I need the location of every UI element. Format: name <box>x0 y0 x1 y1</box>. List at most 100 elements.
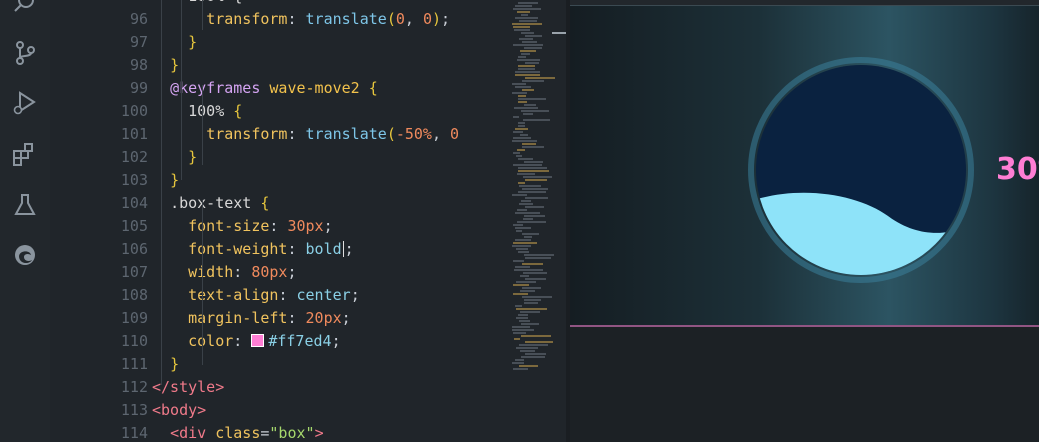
search-icon[interactable] <box>12 0 38 16</box>
minimap-line <box>516 281 536 283</box>
minimap-line <box>514 29 530 31</box>
minimap-line <box>516 317 528 319</box>
code-line[interactable]: width: 80px; <box>152 261 296 284</box>
minimap-line <box>525 62 539 64</box>
minimap-line <box>513 44 543 46</box>
code-token: ; <box>323 217 333 235</box>
code-token: @keyframes <box>170 79 270 97</box>
code-line[interactable]: transform: translate(-50%, 0 <box>152 123 459 146</box>
minimap-line <box>513 8 541 10</box>
minimap-line <box>513 131 523 133</box>
minimap-line <box>516 248 528 250</box>
minimap-line <box>518 2 538 4</box>
minimap-line <box>521 53 530 55</box>
minimap-line <box>515 71 540 73</box>
code-line[interactable]: } <box>152 146 197 169</box>
extensions-icon[interactable] <box>12 142 38 168</box>
code-line[interactable]: font-weight: bold; <box>152 238 354 261</box>
minimap-line <box>525 206 544 208</box>
minimap-line <box>514 269 543 271</box>
minimap-line <box>515 17 538 19</box>
code-line[interactable]: transform: translate(0, 0); <box>152 8 450 31</box>
source-control-icon[interactable] <box>12 40 38 66</box>
minimap-line <box>512 194 527 196</box>
minimap-line <box>517 209 527 211</box>
minimap-line <box>518 191 546 193</box>
edge-devtools-icon[interactable] <box>12 242 38 268</box>
minimap-line <box>518 56 526 58</box>
code-token: } <box>170 56 180 74</box>
code-token: .box-text <box>170 194 261 212</box>
minimap-line <box>516 230 522 232</box>
minimap-line <box>513 260 524 262</box>
testing-icon[interactable] <box>12 192 38 218</box>
minimap-line <box>512 92 527 94</box>
code-token: 100% { <box>152 0 242 5</box>
code-token: 80px <box>251 263 288 281</box>
code-line[interactable]: } <box>152 353 179 376</box>
minimap-line <box>520 50 536 52</box>
code-line[interactable]: .box-text { <box>152 192 269 215</box>
minimap-line <box>524 47 542 49</box>
code-token: margin-left <box>188 309 288 327</box>
code-line[interactable]: } <box>152 169 179 192</box>
minimap-line <box>525 257 551 259</box>
code-token: , <box>404 10 423 28</box>
code-token: : <box>287 125 306 143</box>
code-token: translate <box>305 125 387 143</box>
line-number: 99 <box>129 79 148 97</box>
code-token: { <box>260 194 270 212</box>
indent-guide <box>202 200 203 365</box>
code-line[interactable]: <body> <box>152 399 206 422</box>
line-number: 112 <box>120 378 148 396</box>
minimap-line <box>525 179 547 181</box>
minimap-line <box>519 320 530 322</box>
minimap-line <box>524 236 532 238</box>
code-editor[interactable]: 100% {96 transform: translate(0, 0);97 }… <box>50 0 550 442</box>
code-token: : <box>287 240 306 258</box>
minimap-line <box>512 329 534 331</box>
box-text: 30% <box>996 152 1039 187</box>
minimap-line <box>518 101 527 103</box>
minimap-line <box>519 203 533 205</box>
minimap-line <box>516 308 547 310</box>
line-number: 98 <box>129 56 148 74</box>
line-number: 110 <box>120 332 148 350</box>
code-token: 30px <box>287 217 324 235</box>
code-line[interactable]: @keyframes wave-move2 { <box>152 77 378 100</box>
minimap[interactable] <box>508 0 566 442</box>
code-line[interactable]: color: #ff7ed4; <box>152 330 340 353</box>
minimap-line <box>525 341 553 343</box>
run-debug-icon[interactable] <box>12 90 38 116</box>
code-token: width <box>188 263 234 281</box>
minimap-line <box>519 38 533 40</box>
code-line[interactable]: margin-left: 20px; <box>152 307 351 330</box>
line-number: 109 <box>120 309 148 327</box>
activity-bar <box>0 0 50 442</box>
minimap-line <box>513 293 528 295</box>
minimap-line <box>519 365 538 367</box>
minimap-line <box>520 290 535 292</box>
indent-guide <box>161 0 162 385</box>
code-token: color <box>188 332 234 350</box>
preview-below-area <box>570 327 1039 442</box>
code-line[interactable]: <div class="box"> <box>152 422 324 442</box>
code-token: { <box>233 102 243 120</box>
minimap-line <box>520 275 529 277</box>
line-number: 108 <box>120 286 148 304</box>
minimap-line <box>523 218 533 220</box>
code-line[interactable]: font-size: 30px; <box>152 215 333 238</box>
minimap-line <box>518 122 525 124</box>
minimap-line <box>522 287 541 289</box>
color-swatch-icon[interactable] <box>251 334 265 347</box>
code-line[interactable]: text-align: center; <box>152 284 360 307</box>
code-line[interactable]: </style> <box>152 376 224 399</box>
code-line[interactable]: } <box>152 54 179 77</box>
text-cursor-icon <box>342 241 344 257</box>
minimap-line <box>512 140 537 142</box>
minimap-line <box>517 149 525 151</box>
code-line[interactable]: 100% { <box>152 100 242 123</box>
minimap-line <box>518 65 535 67</box>
code-line[interactable]: } <box>152 31 197 54</box>
